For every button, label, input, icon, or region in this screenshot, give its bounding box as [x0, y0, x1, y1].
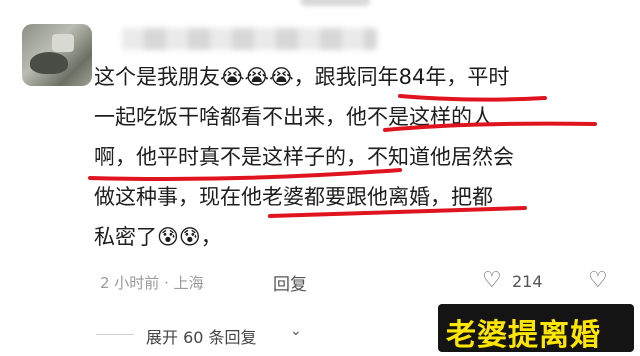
- heart-outline-icon[interactable]: ♡: [482, 268, 502, 293]
- divider: [96, 334, 134, 335]
- chevron-down-icon[interactable]: ⌄: [290, 323, 302, 339]
- underline-mark: [268, 206, 527, 218]
- caption-text: 老婆提离婚: [446, 318, 601, 353]
- like-count: 214: [512, 272, 543, 291]
- underline-mark: [398, 94, 547, 102]
- broken-heart-icon[interactable]: ♡: [588, 268, 608, 293]
- red-underline-marks: [88, 94, 597, 218]
- underline-mark: [88, 168, 402, 181]
- caption-overlay: 老婆提离婚: [438, 304, 634, 353]
- underline-mark: [383, 121, 597, 132]
- expand-replies-button[interactable]: 展开 60 条回复: [146, 324, 257, 348]
- reply-button[interactable]: 回复: [273, 270, 307, 295]
- comment-meta: 2 小时前 · 上海: [100, 274, 204, 292]
